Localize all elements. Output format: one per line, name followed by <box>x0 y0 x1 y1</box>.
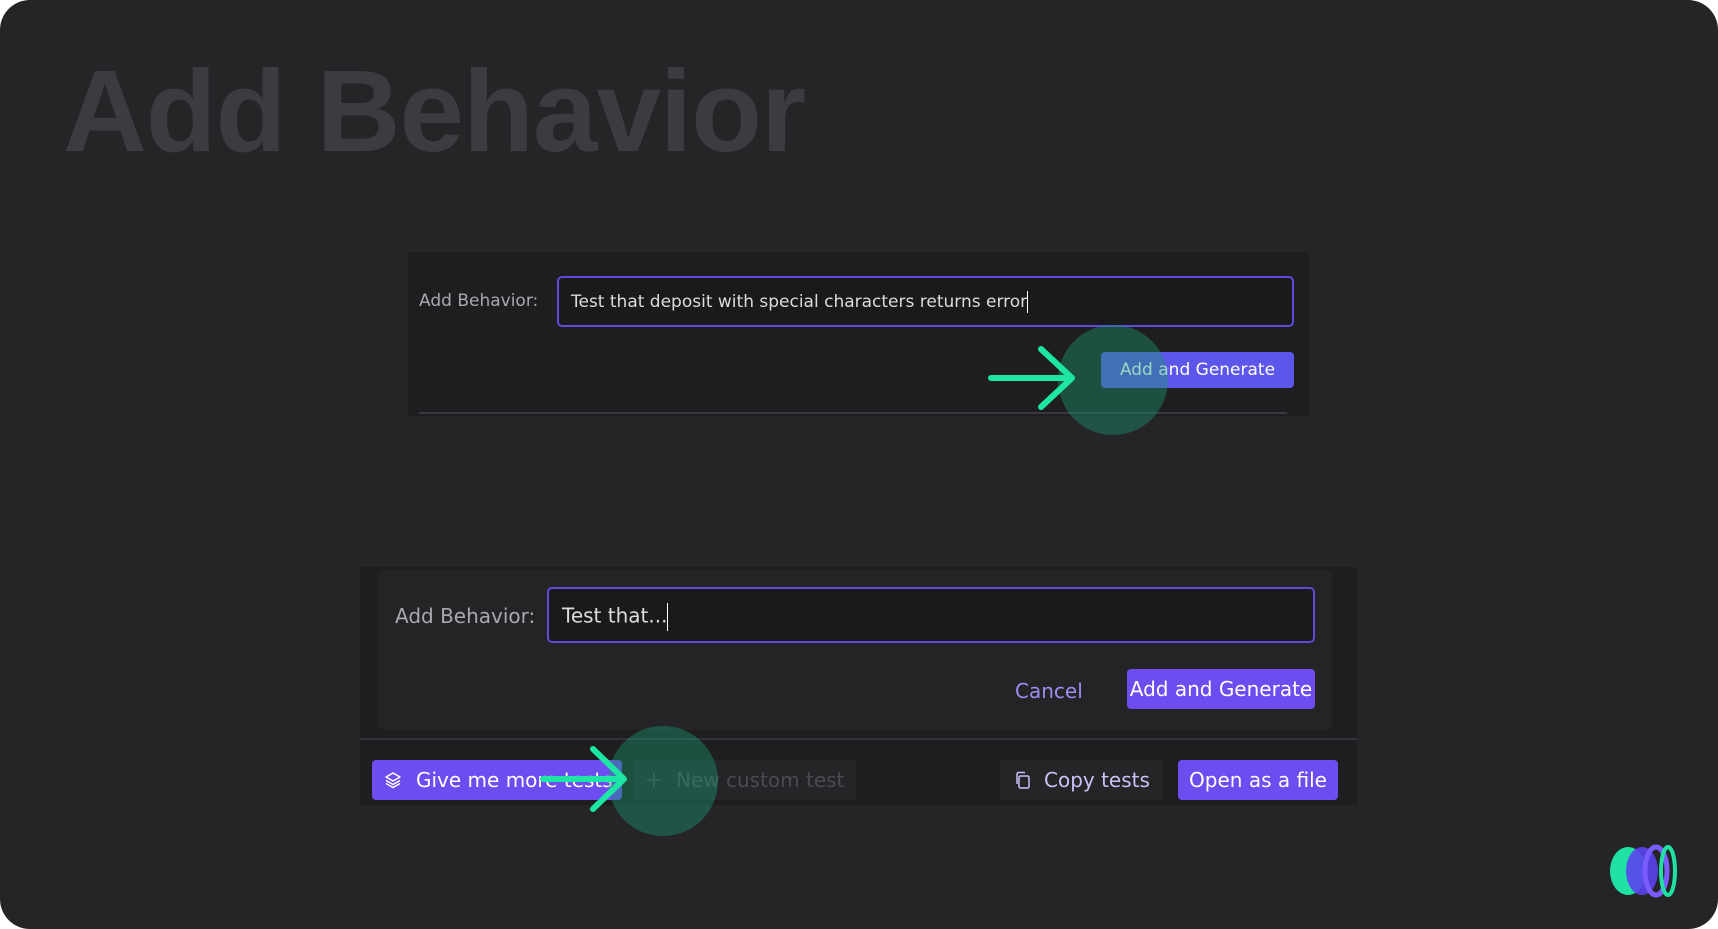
copy-tests-label: Copy tests <box>1044 768 1150 792</box>
copy-icon <box>1014 771 1032 789</box>
cancel-button[interactable]: Cancel <box>1015 679 1083 707</box>
text-cursor <box>667 603 669 631</box>
arrow-right-icon <box>540 746 627 812</box>
arrow-right-icon <box>988 346 1075 410</box>
add-behavior-panel-bottom: Add Behavior: Test that... Cancel Add an… <box>360 567 1357 805</box>
add-and-generate-button[interactable]: Add and Generate <box>1127 669 1315 709</box>
open-as-file-button[interactable]: Open as a file <box>1178 760 1338 800</box>
add-behavior-label: Add Behavior: <box>395 604 536 628</box>
add-behavior-input[interactable]: Test that... <box>547 587 1315 643</box>
brand-logo <box>1610 844 1677 898</box>
input-text: Test that deposit with special character… <box>571 292 1028 312</box>
canvas: Add Behavior Add Behavior: Test that dep… <box>0 0 1718 929</box>
add-behavior-panel-top: Add Behavior: Test that deposit with spe… <box>408 252 1309 416</box>
divider <box>360 738 1357 740</box>
add-behavior-input[interactable]: Test that deposit with special character… <box>557 276 1294 327</box>
add-behavior-form: Add Behavior: Test that... Cancel Add an… <box>378 570 1332 730</box>
layers-icon <box>384 771 402 789</box>
add-behavior-label: Add Behavior: <box>419 291 539 311</box>
input-text: Test that... <box>562 603 668 628</box>
hero-title: Add Behavior <box>63 46 806 176</box>
text-cursor <box>1027 291 1029 313</box>
copy-tests-button[interactable]: Copy tests <box>1000 760 1163 800</box>
